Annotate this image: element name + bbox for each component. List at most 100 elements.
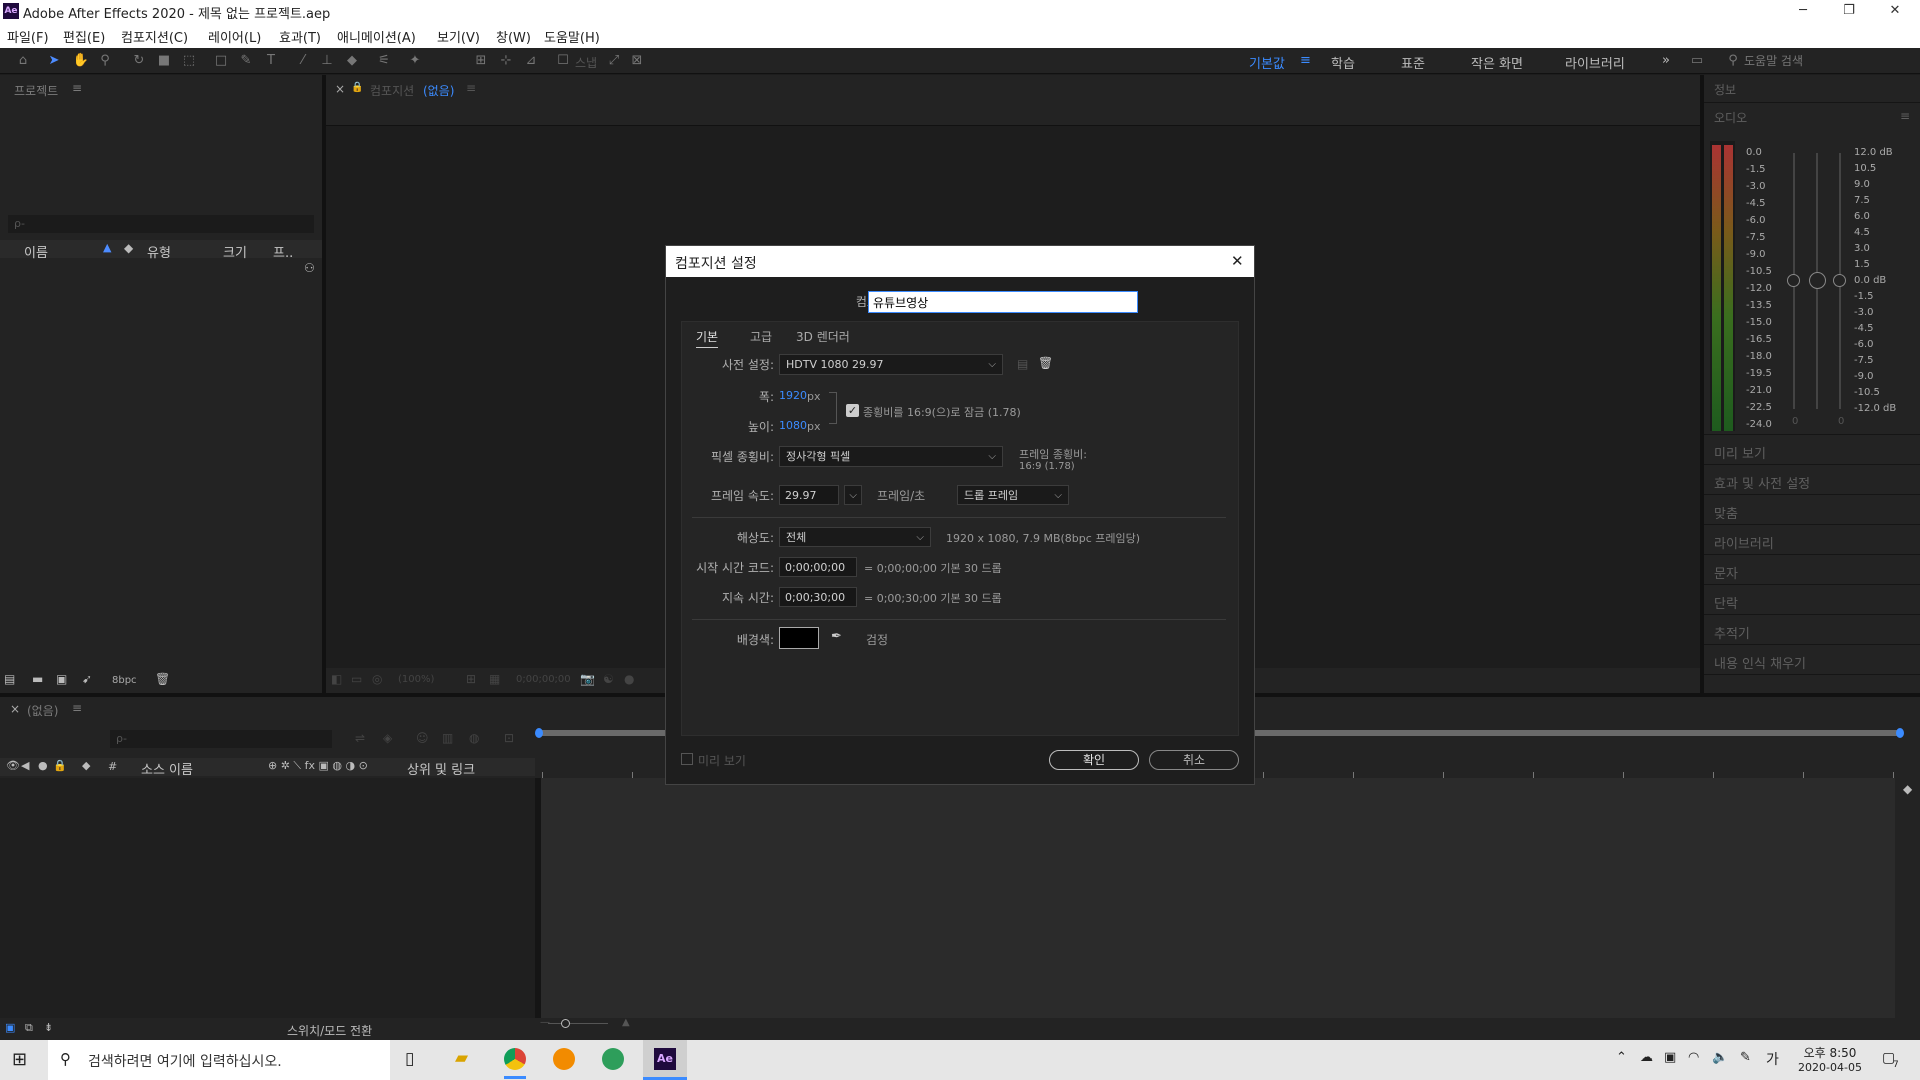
width-value[interactable]: 1920 (779, 389, 807, 402)
app-orange-icon[interactable] (553, 1048, 575, 1070)
effects-presets-panel-tab[interactable]: 효과 및 사전 설정 (1714, 473, 1810, 492)
menu-window[interactable]: 창(W) (496, 27, 531, 46)
type-tool-icon[interactable]: T (262, 52, 280, 70)
brush-tool-icon[interactable]: ⁄ (294, 52, 312, 70)
frame-blend-icon[interactable]: ▥ (442, 731, 453, 745)
menu-edit[interactable]: 편집(E) (63, 27, 105, 46)
preview-checkbox[interactable] (681, 753, 693, 765)
home-icon[interactable]: ⌂ (14, 52, 32, 70)
dialog-close-button[interactable]: ✕ (1231, 252, 1244, 270)
camera-tool-icon[interactable]: ■ (155, 52, 173, 70)
toggle-in-out-icon[interactable]: ⇟ (44, 1021, 53, 1034)
task-view-icon[interactable]: ▯ (405, 1049, 414, 1069)
save-preset-icon[interactable]: ▤ (1017, 357, 1028, 371)
axis-view-icon[interactable]: ⊿ (522, 52, 540, 70)
monitor-icon[interactable]: ▭ (351, 672, 362, 686)
after-effects-taskbar-button[interactable]: Ae (643, 1040, 687, 1080)
solo-icon[interactable]: ● (38, 759, 48, 772)
color-icon[interactable]: ● (624, 672, 634, 686)
pixel-aspect-select[interactable]: 정사각형 픽셀 ⌵ (779, 446, 1003, 467)
character-panel-tab[interactable]: 문자 (1714, 563, 1738, 582)
new-composition-icon[interactable]: ▣ (56, 672, 67, 686)
grid-icon[interactable]: ⊞ (466, 672, 476, 686)
puppet-tool-icon[interactable]: ✦ (406, 52, 424, 70)
workspace-learn[interactable]: 학습 (1331, 53, 1355, 72)
preview-panel-tab[interactable]: 미리 보기 (1714, 443, 1766, 462)
toggle-switches-modes[interactable]: 스위치/모드 전환 (287, 1022, 372, 1039)
frame-rate-dropdown[interactable]: ⌵ (844, 485, 862, 505)
project-panel-menu-icon[interactable]: ≡ (72, 81, 82, 95)
audio-slider-left-knob[interactable] (1787, 274, 1800, 287)
comp-mini-flowchart-icon[interactable]: ⇌ (355, 731, 365, 745)
graph-editor-icon[interactable]: ⊡ (504, 731, 514, 745)
tracker-panel-tab[interactable]: 추적기 (1714, 623, 1750, 642)
col-frame[interactable]: 프.. (273, 242, 293, 261)
magnification-select[interactable]: (100%) (398, 674, 434, 685)
col-type[interactable]: 유형 (147, 242, 171, 261)
workspace-menu-icon[interactable]: ≡ (1300, 53, 1311, 68)
zoom-in-icon[interactable]: ▲ (622, 1017, 630, 1028)
workspace-libraries[interactable]: 라이브러리 (1565, 53, 1625, 72)
comp-title-none[interactable]: (없음) (423, 82, 454, 99)
zoom-out-icon[interactable]: — (540, 1017, 550, 1028)
lock-icon[interactable]: 🔒 (351, 82, 363, 93)
flowchart-icon[interactable]: ⚇ (304, 261, 315, 275)
height-value[interactable]: 1080 (779, 419, 807, 432)
snapshot-icon[interactable]: 📷 (580, 672, 595, 686)
comp-menu-icon[interactable]: ≡ (466, 81, 476, 95)
mask-icon[interactable]: ◎ (372, 672, 382, 686)
snap-checkbox[interactable]: ☐ (554, 52, 572, 70)
source-name-header[interactable]: 소스 이름 (141, 759, 193, 778)
clone-stamp-tool-icon[interactable]: ⊥ (318, 52, 336, 70)
zoom-tool-icon[interactable]: ⚲ (96, 52, 114, 70)
shy-icon[interactable]: ☺ (416, 731, 429, 745)
workspace-standard[interactable]: 표준 (1401, 53, 1425, 72)
menu-animation[interactable]: 애니메이션(A) (337, 27, 416, 46)
roto-brush-tool-icon[interactable]: ⚟ (375, 52, 393, 70)
comp-name-input[interactable] (868, 291, 1138, 313)
menu-view[interactable]: 보기(V) (437, 27, 480, 46)
show-snapshot-icon[interactable]: ☯ (603, 672, 614, 686)
transparency-icon[interactable]: ▦ (489, 672, 500, 686)
workspace-default[interactable]: 기본값 (1249, 53, 1285, 72)
draft-3d-icon[interactable]: ◈ (383, 731, 392, 745)
preset-select[interactable]: HDTV 1080 29.97 ⌵ (779, 354, 1003, 375)
app-green-icon[interactable] (602, 1048, 624, 1070)
rectangle-tool-icon[interactable]: □ (212, 52, 230, 70)
eraser-tool-icon[interactable]: ◆ (343, 52, 361, 70)
onedrive-icon[interactable]: ☁ (1640, 1050, 1653, 1065)
motion-blur-icon[interactable]: ◍ (469, 731, 479, 745)
project-search-input[interactable]: ρ- (8, 215, 314, 233)
minimize-button[interactable]: ─ (1780, 0, 1826, 23)
close-window-button[interactable]: ✕ (1872, 0, 1918, 23)
current-time[interactable]: 0;00;00;00 (516, 674, 571, 685)
menu-composition[interactable]: 컴포지션(C) (121, 27, 188, 46)
col-size[interactable]: 크기 (223, 242, 247, 261)
sync-settings-icon[interactable]: ▭ (1688, 52, 1706, 70)
timeline-track-area[interactable] (541, 778, 1895, 1018)
audio-panel-tab[interactable]: 오디오 (1714, 109, 1747, 126)
menu-effect[interactable]: 효과(T) (279, 27, 321, 46)
tab-advanced[interactable]: 고급 (750, 328, 772, 345)
delete-preset-icon[interactable]: 🗑 (1038, 356, 1053, 370)
toggle-transfer-icon[interactable]: ⧉ (25, 1021, 33, 1035)
workspace-more[interactable]: » (1662, 53, 1670, 68)
col-name[interactable]: 이름 (24, 242, 48, 261)
label-tag-icon[interactable]: ◆ (82, 759, 90, 772)
file-explorer-icon[interactable]: ▰ (455, 1048, 468, 1068)
frame-rate-input[interactable]: 29.97 (779, 485, 839, 505)
lock-icon[interactable]: 🔒 (53, 759, 67, 772)
maximize-button[interactable]: ❐ (1826, 0, 1872, 23)
drop-frame-select[interactable]: 드롭 프레임 ⌵ (957, 485, 1069, 505)
chrome-icon[interactable] (504, 1048, 526, 1070)
trash-icon[interactable]: 🗑 (155, 672, 170, 686)
snap-option-icon[interactable]: ⤢ (605, 52, 623, 70)
workspace-small-screen[interactable]: 작은 화면 (1471, 53, 1523, 72)
libraries-panel-tab[interactable]: 라이브러리 (1714, 533, 1774, 552)
axis-local-icon[interactable]: ⊞ (472, 52, 490, 70)
resolution-select[interactable]: 전체 ⌵ (779, 527, 931, 547)
timeline-close-icon[interactable]: × (10, 702, 20, 716)
pen-icon[interactable]: ✎ (1740, 1050, 1751, 1065)
ime-indicator[interactable]: 가 (1766, 1049, 1779, 1069)
duration-input[interactable]: 0;00;30;00 (779, 587, 857, 607)
